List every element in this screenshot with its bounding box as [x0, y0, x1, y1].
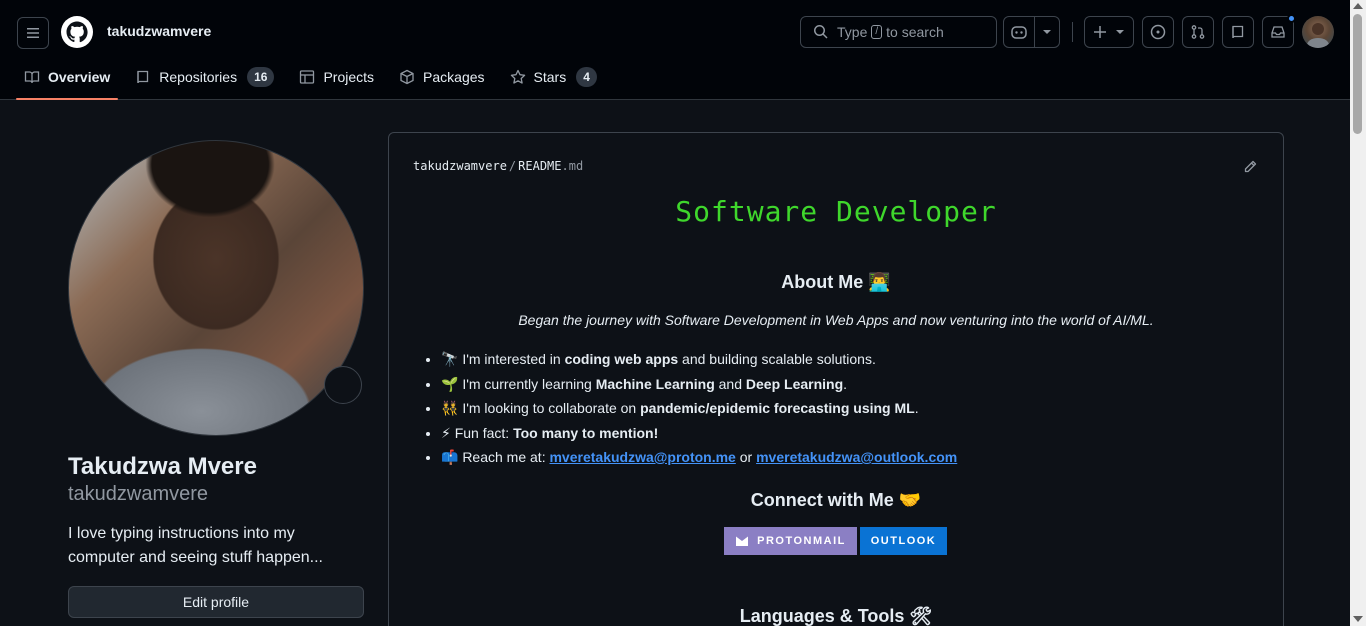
- connect-heading: Connect with Me 🤝: [750, 490, 922, 510]
- github-logo-icon[interactable]: [61, 16, 93, 48]
- header-divider: [1072, 22, 1073, 42]
- search-icon: [814, 25, 828, 39]
- tab-label: Projects: [323, 69, 375, 85]
- item-text: .: [914, 400, 919, 416]
- readme-path-owner[interactable]: takudzwamvere: [413, 159, 507, 173]
- item-bold: Too many to mention!: [513, 424, 659, 441]
- badge-label: PROTONMAIL: [757, 535, 846, 547]
- repo-icon: [1232, 25, 1244, 39]
- item-text: 👯 I'm looking to collaborate on: [441, 400, 641, 416]
- avatar-photo-icon: [1307, 23, 1329, 48]
- inbox-icon: [1271, 26, 1285, 38]
- tab-label: Overview: [48, 69, 111, 85]
- repositories-count: 16: [247, 67, 275, 87]
- item-text: and building scalable solutions.: [678, 351, 876, 367]
- copilot-icon: [1011, 26, 1027, 39]
- item-bold: pandemic/epidemic forecasting using ML: [640, 400, 915, 416]
- protonmail-badge[interactable]: PROTONMAIL: [724, 527, 857, 555]
- tab-label: Repositories: [159, 69, 238, 85]
- readme-title: Software Developer: [675, 195, 997, 228]
- package-icon: [400, 69, 414, 85]
- item-text: 🌱 I'm currently learning: [441, 375, 596, 392]
- tab-packages[interactable]: Packages: [391, 56, 492, 98]
- about-heading: About Me 👨‍💻: [781, 272, 891, 292]
- issues-button[interactable]: [1142, 16, 1174, 48]
- item-bold: coding web apps: [564, 351, 679, 367]
- outlook-email-link[interactable]: mveretakudzwa@outlook.com: [756, 449, 957, 465]
- profile-avatar[interactable]: [68, 140, 364, 436]
- tab-label: Packages: [423, 69, 485, 85]
- item-text: 🔭 I'm interested in: [441, 351, 565, 367]
- git-pull-request-icon: [1191, 25, 1205, 39]
- search-input[interactable]: Type / to search: [800, 16, 997, 48]
- readme-path: takudzwamvere / README.md: [413, 159, 583, 173]
- book-icon: [24, 71, 40, 84]
- scroll-down-arrow-icon[interactable]: [1353, 616, 1363, 622]
- user-avatar-menu[interactable]: [1302, 16, 1334, 48]
- scrollbar-thumb[interactable]: [1353, 14, 1362, 134]
- protonmail-icon: [736, 536, 749, 546]
- tab-label: Stars: [533, 69, 567, 85]
- tab-stars[interactable]: Stars 4: [502, 56, 605, 98]
- menu-button[interactable]: [17, 17, 49, 49]
- outlook-badge[interactable]: OUTLOOK: [860, 527, 947, 555]
- journey-text: Began the journey with Software Developm…: [518, 312, 1154, 328]
- item-text: ⚡ Fun fact:: [441, 424, 514, 441]
- pencil-icon[interactable]: [1242, 159, 1258, 175]
- about-list: 🔭 I'm interested in coding web apps and …: [441, 347, 957, 470]
- badge-label: OUTLOOK: [870, 535, 937, 547]
- search-shortcut-key: /: [871, 25, 883, 39]
- copilot-button[interactable]: [1003, 16, 1035, 48]
- search-suffix: to search: [886, 24, 944, 40]
- tab-overview[interactable]: Overview: [16, 56, 119, 100]
- edit-profile-button[interactable]: Edit profile: [68, 586, 364, 618]
- item-text: .: [843, 375, 848, 392]
- readme-path-ext: .md: [561, 159, 584, 173]
- list-item: 📫 Reach me at: mveretakudzwa@proton.me o…: [441, 445, 957, 470]
- proton-email-link[interactable]: mveretakudzwa@proton.me: [549, 449, 735, 465]
- stars-count: 4: [576, 67, 597, 87]
- hamburger-icon: [27, 28, 39, 38]
- profile-bio: I love typing instructions into my compu…: [68, 525, 323, 566]
- profile-owner-link[interactable]: takudzwamvere: [107, 23, 211, 39]
- create-new-button[interactable]: [1084, 16, 1134, 48]
- search-prefix: Type: [837, 24, 868, 40]
- list-item: 🌱 I'm currently learning Machine Learnin…: [441, 372, 957, 397]
- item-text: 📫 Reach me at:: [441, 449, 550, 465]
- pull-requests-button[interactable]: [1182, 16, 1214, 48]
- languages-heading: Languages & Tools 🛠: [739, 606, 933, 626]
- profile-tabs: Overview Repositories 16 Projects Packag…: [16, 56, 614, 100]
- list-item: ⚡ Fun fact: Too many to mention!: [441, 421, 957, 446]
- chevron-down-icon: [1043, 30, 1051, 34]
- star-icon: [510, 69, 525, 84]
- global-header: takudzwamvere Type / to search Overview: [0, 0, 1350, 100]
- repositories-button[interactable]: [1222, 16, 1254, 48]
- plus-icon: [1094, 26, 1106, 38]
- list-item: 👯 I'm looking to collaborate on pandemic…: [441, 396, 957, 421]
- list-item: 🔭 I'm interested in coding web apps and …: [441, 347, 957, 372]
- item-bold: Machine Learning: [595, 375, 715, 392]
- set-status-button[interactable]: [324, 366, 362, 404]
- scroll-up-arrow-icon[interactable]: [1353, 3, 1363, 9]
- readme-card: takudzwamvere / README.md Software Develop…: [388, 132, 1284, 626]
- tab-repositories[interactable]: Repositories 16: [127, 56, 282, 98]
- profile-name: Takudzwa Mvere: [68, 453, 257, 480]
- contact-badges: PROTONMAIL OUTLOOK: [724, 527, 947, 555]
- item-text: or: [735, 449, 757, 465]
- copilot-dropdown-button[interactable]: [1034, 16, 1060, 48]
- repo-icon: [137, 70, 149, 84]
- table-icon: [300, 70, 315, 84]
- item-text: and: [714, 375, 746, 392]
- tab-projects[interactable]: Projects: [291, 56, 382, 98]
- notification-dot: [1287, 14, 1296, 23]
- profile-login: takudzwamvere: [68, 483, 209, 505]
- issue-opened-icon: [1150, 24, 1166, 40]
- chevron-down-icon: [1116, 30, 1124, 34]
- readme-path-file[interactable]: README: [518, 159, 561, 173]
- item-bold: Deep Learning: [745, 375, 844, 392]
- path-separator: /: [508, 159, 517, 173]
